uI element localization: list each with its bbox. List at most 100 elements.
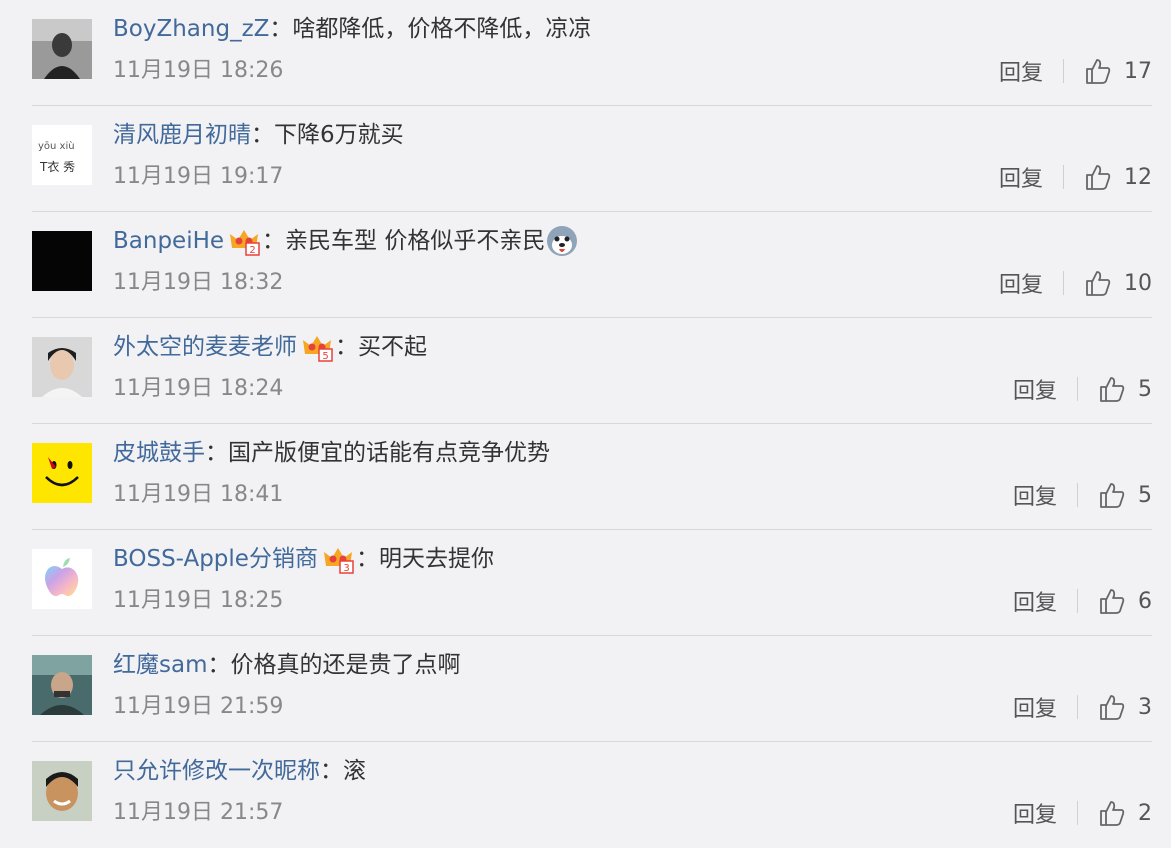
comment-item: 皮城鼓手 ： 国产版便宜的话能有点竞争优势 11月19日 18:41 回复 5 [32,424,1152,530]
avatar-man-portrait[interactable] [32,337,92,397]
comment-item: BanpeiHe 2 ： 亲民车型 价格似乎不亲民 11月19日 18:32 回… [32,212,1152,318]
thumbs-up-icon [1100,483,1125,508]
timestamp: 11月19日 21:59 [113,694,284,719]
timestamp: 11月19日 18:25 [113,588,284,613]
comment-item: 外太空的麦麦老师 5 ： 买不起 11月19日 18:24 回复 5 [32,318,1152,424]
vip-crown-icon: 3 [323,548,354,574]
avatar-boy-portrait[interactable] [32,761,92,821]
like-button[interactable]: 3 [1098,693,1152,721]
username-link[interactable]: BanpeiHe [113,224,224,258]
action-divider [1063,59,1064,83]
thumbs-up-icon [1086,165,1111,190]
comment-actions: 回复 2 [1013,796,1152,830]
vip-crown-icon: 2 [230,230,260,256]
reply-button[interactable]: 回复 [999,161,1043,193]
like-button[interactable]: 5 [1098,481,1152,509]
like-button[interactable]: 12 [1084,163,1152,191]
action-divider [1063,165,1064,189]
separator: ： [262,228,286,254]
reply-button[interactable]: 回复 [1013,373,1057,405]
thumbs-up-icon [1100,589,1125,614]
username-link[interactable]: 皮城鼓手 [113,436,205,470]
separator: ： [355,546,379,572]
comment-item: yōu xiù T衣 秀 清风鹿月初晴 ： 下降6万就买 11月19日 19:1… [32,106,1152,212]
separator: ： [335,334,358,360]
husky-emoji-icon [547,226,578,256]
separator: ： [205,440,228,466]
reply-button[interactable]: 回复 [999,55,1043,87]
like-button[interactable]: 17 [1084,57,1152,85]
svg-text:3: 3 [343,563,349,574]
thumbs-up-icon [1100,801,1125,826]
comment-item: BOSS-Apple分销商 3 ： 明天去提你 11月19日 18:25 回复 … [32,530,1152,636]
thumbs-up-icon [1086,271,1111,296]
comment-text: 亲民车型 价格似乎不亲民 [285,228,546,254]
comment-line: BoyZhang_zZ ： 啥都降低，价格不降低，凉凉 [113,12,591,46]
svg-text:5: 5 [322,351,328,362]
action-divider [1077,801,1078,825]
avatar-handwriting[interactable]: yōu xiù T衣 秀 [32,125,92,185]
avatar-dark-portrait[interactable] [32,19,92,79]
like-button[interactable]: 10 [1084,269,1152,297]
avatar-apple-logo[interactable] [32,549,92,609]
like-count: 17 [1124,58,1152,84]
reply-button[interactable]: 回复 [999,267,1043,299]
reply-button[interactable]: 回复 [1013,691,1057,723]
comment-item: 红魔sam ： 价格真的还是贵了点啊 11月19日 21:59 回复 3 [32,636,1152,742]
comment-text: 啥都降低，价格不降低，凉凉 [292,16,592,42]
username-link[interactable]: BOSS-Apple分销商 [113,542,318,576]
comment-item: 只允许修改一次昵称 ： 滚 11月19日 21:57 回复 2 [32,742,1152,848]
svg-text:2: 2 [249,245,255,256]
timestamp: 11月19日 19:17 [113,164,284,189]
like-count: 2 [1138,800,1152,826]
avatar-concert[interactable] [32,655,92,715]
reply-button[interactable]: 回复 [1013,479,1057,511]
timestamp: 11月19日 18:24 [113,376,284,401]
separator: ： [251,122,274,148]
comment-actions: 回复 17 [999,54,1152,88]
comment-text: 买不起 [358,334,427,360]
separator: ： [207,652,231,678]
comment-item: BoyZhang_zZ ： 啥都降低，价格不降低，凉凉 11月19日 18:26… [32,0,1152,106]
reply-button[interactable]: 回复 [1013,585,1057,617]
thumbs-up-icon [1086,59,1111,84]
thumbs-up-icon [1100,695,1125,720]
separator: ： [320,758,343,784]
comment-text: 明天去提你 [378,546,494,572]
comment-actions: 回复 5 [1013,372,1152,406]
timestamp: 11月19日 18:26 [113,58,284,83]
username-link[interactable]: 清风鹿月初晴 [113,118,251,152]
comment-text: 价格真的还是贵了点啊 [230,652,461,678]
username-link[interactable]: 只允许修改一次昵称 [113,754,320,788]
like-count: 6 [1138,588,1152,614]
username-link[interactable]: 外太空的麦麦老师 [113,330,297,364]
action-divider [1077,695,1078,719]
thumbs-up-icon [1100,377,1125,402]
like-button[interactable]: 5 [1098,375,1152,403]
comment-actions: 回复 12 [999,160,1152,194]
like-count: 10 [1124,270,1152,296]
comment-line: BOSS-Apple分销商 3 ： 明天去提你 [113,542,494,576]
comment-line: 外太空的麦麦老师 5 ： 买不起 [113,330,427,364]
username-link[interactable]: BoyZhang_zZ [113,12,269,46]
comment-text: 国产版便宜的话能有点竞争优势 [228,440,550,466]
action-divider [1077,377,1078,401]
reply-button[interactable]: 回复 [1013,797,1057,829]
separator: ： [269,16,293,42]
like-count: 5 [1138,482,1152,508]
action-divider [1077,589,1078,613]
avatar-yellow-smiley[interactable] [32,443,92,503]
action-divider [1063,271,1064,295]
comment-actions: 回复 6 [1013,584,1152,618]
avatar-black[interactable] [32,231,92,291]
timestamp: 11月19日 21:57 [113,800,284,825]
username-link[interactable]: 红魔sam [113,648,207,682]
comment-line: BanpeiHe 2 ： 亲民车型 价格似乎不亲民 [113,224,579,258]
comment-line: 皮城鼓手 ： 国产版便宜的话能有点竞争优势 [113,436,550,470]
like-count: 3 [1138,694,1152,720]
like-button[interactable]: 6 [1098,587,1152,615]
comment-line: 只允许修改一次昵称 ： 滚 [113,754,366,788]
comment-actions: 回复 10 [999,266,1152,300]
like-button[interactable]: 2 [1098,799,1152,827]
timestamp: 11月19日 18:32 [113,270,284,295]
